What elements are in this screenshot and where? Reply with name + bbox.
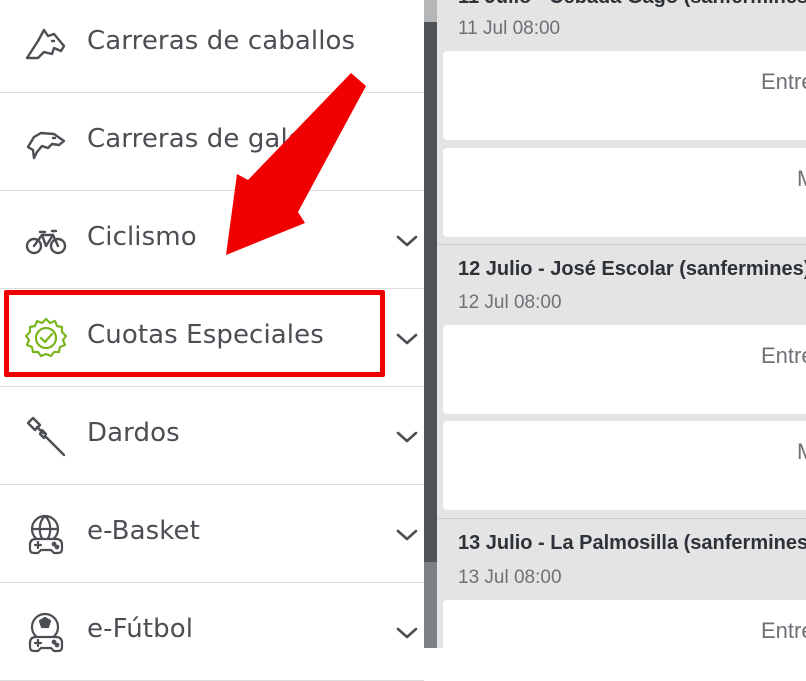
sidebar-item-dardos[interactable]: Dardos bbox=[0, 388, 424, 485]
event-date: 11 Jul 08:00 bbox=[458, 18, 561, 39]
dart-icon bbox=[26, 416, 66, 457]
greyhound-icon bbox=[26, 131, 66, 160]
market-label: Entre bbox=[761, 69, 806, 94]
sidebar-item-label: Dardos bbox=[87, 418, 180, 448]
chevron-down-icon[interactable] bbox=[394, 526, 420, 544]
chevron-down-icon[interactable] bbox=[394, 428, 420, 446]
bicycle-icon bbox=[25, 229, 67, 255]
divider bbox=[437, 518, 806, 519]
event-title[interactable]: 12 Julio - José Escolar (sanfermines) bbox=[458, 258, 806, 281]
ebasket-icon bbox=[28, 514, 64, 555]
market-card[interactable]: Entre bbox=[443, 325, 806, 414]
chevron-down-icon[interactable] bbox=[394, 624, 420, 642]
chevron-down-icon[interactable] bbox=[394, 330, 420, 348]
market-label: Entre bbox=[761, 343, 806, 368]
highlight-box bbox=[4, 290, 385, 377]
sidebar-item-carreras-de-caballos[interactable]: Carreras de caballos bbox=[0, 0, 424, 93]
sports-sidebar: Carreras de caballos Carreras de galgos … bbox=[0, 0, 424, 681]
event-date: 12 Jul 08:00 bbox=[458, 292, 562, 313]
scrollbar-thumb[interactable] bbox=[424, 0, 437, 22]
horse-icon bbox=[25, 28, 66, 60]
sidebar-item-ciclismo[interactable]: Ciclismo bbox=[0, 192, 424, 289]
scrollbar-lower-segment bbox=[424, 562, 437, 648]
event-title[interactable]: 11 Julio - Cebada Gago (sanfermines) bbox=[458, 0, 806, 9]
market-label: M bbox=[797, 439, 806, 465]
market-card[interactable]: M bbox=[443, 421, 806, 510]
sidebar-item-label: Ciclismo bbox=[87, 222, 197, 252]
sidebar-item-label: Carreras de galgos bbox=[87, 124, 335, 154]
market-card[interactable]: Entre bbox=[443, 600, 806, 648]
divider bbox=[437, 244, 806, 245]
sidebar-item-label: e-Basket bbox=[87, 516, 200, 546]
events-panel: 11 Julio - Cebada Gago (sanfermines) 11 … bbox=[437, 0, 806, 648]
sidebar-scrollbar[interactable] bbox=[424, 0, 437, 648]
event-date: 13 Jul 08:00 bbox=[458, 567, 562, 588]
sidebar-item-label: Carreras de caballos bbox=[87, 26, 356, 56]
market-card[interactable]: Entre bbox=[443, 51, 806, 140]
event-title[interactable]: 13 Julio - La Palmosilla (sanfermines) bbox=[458, 532, 806, 555]
sidebar-item-carreras-de-galgos[interactable]: Carreras de galgos bbox=[0, 94, 424, 191]
sidebar-item-label: e-Fútbol bbox=[87, 614, 194, 644]
efootball-icon bbox=[28, 612, 64, 653]
sidebar-item-e-basket[interactable]: e-Basket bbox=[0, 486, 424, 583]
market-label: M bbox=[797, 166, 806, 192]
market-card[interactable]: M bbox=[443, 148, 806, 237]
market-label: Entre bbox=[761, 618, 806, 643]
sidebar-item-e-futbol[interactable]: e-Fútbol bbox=[0, 584, 424, 681]
chevron-down-icon[interactable] bbox=[394, 232, 420, 250]
